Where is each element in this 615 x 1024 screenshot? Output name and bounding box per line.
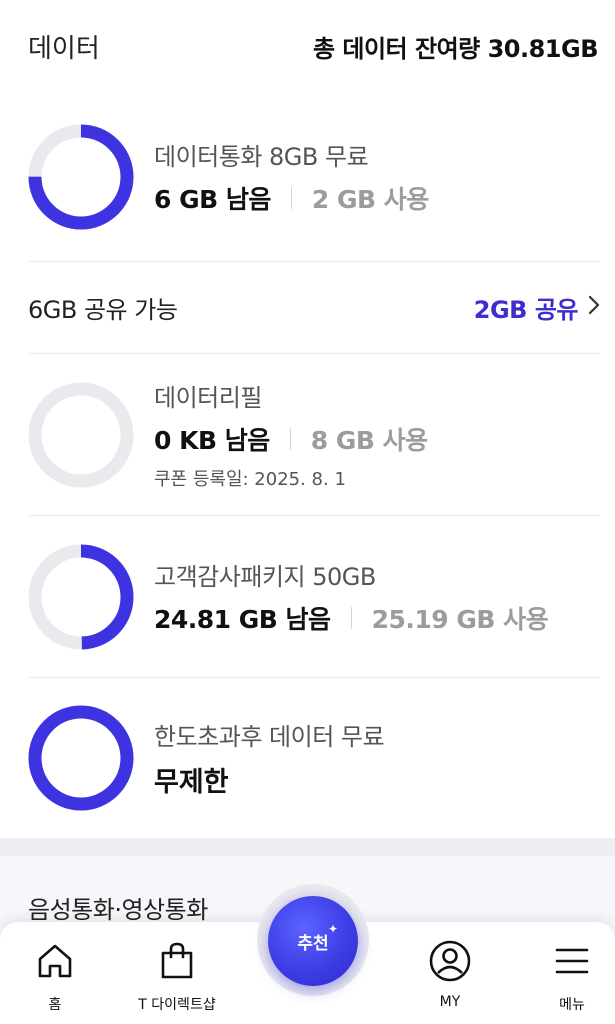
plan-name: 고객감사패키지 50GB: [154, 563, 376, 591]
remaining-amount: 24.81 GB 남음: [154, 605, 331, 634]
plan-info: 데이터통화 8GB 무료 6 GB 남음 2 GB 사용: [154, 137, 429, 216]
plan-values: 24.81 GB 남음 25.19 GB 사용: [154, 600, 549, 636]
voice-video-section-title: 음성통화·영상통화: [28, 896, 208, 924]
used-amount: 25.19 GB 사용: [371, 605, 549, 634]
nav-home-label: 홈: [48, 997, 62, 1013]
section-divider: [0, 838, 615, 856]
data-usage-screen: 데이터 총 데이터 잔여량 30.81GB 데이터통화 8GB 무료 6 GB …: [0, 0, 615, 1024]
nav-my-label: MY: [439, 994, 461, 1010]
chevron-right-icon: [588, 295, 600, 320]
plan-info: 한도초과후 데이터 무료 무제한: [154, 717, 385, 799]
ring-remaining-arc: [28, 705, 134, 811]
nav-menu-label: 메뉴: [559, 997, 585, 1013]
plan-item-data-call[interactable]: 데이터통화 8GB 무료 6 GB 남음 2 GB 사용: [28, 92, 600, 262]
plan-item-overage-free[interactable]: 한도초과후 데이터 무료 무제한: [28, 678, 600, 838]
sparkle-icon: ✦: [327, 922, 338, 936]
value-separator: [290, 187, 292, 209]
remaining-amount: 6 GB 남음: [154, 185, 271, 214]
plan-list: 데이터통화 8GB 무료 6 GB 남음 2 GB 사용 6GB 공유 가능 2…: [28, 92, 600, 838]
recommend-label: 추천: [297, 933, 329, 954]
usage-ring-chart: [28, 544, 134, 649]
nav-direct-shop-label: T 다이렉트샵: [138, 997, 216, 1013]
page-title: 데이터: [28, 33, 100, 64]
plan-name: 데이터통화 8GB 무료: [154, 143, 369, 171]
nav-direct-shop[interactable]: T 다이렉트샵: [122, 938, 232, 1014]
recommend-button[interactable]: 추천 ✦: [268, 896, 358, 986]
usage-ring: [28, 544, 134, 650]
total-remaining: 총 데이터 잔여량 30.81GB: [312, 34, 599, 63]
remaining-amount: 0 KB 남음: [154, 426, 270, 455]
ring-track: [28, 382, 134, 487]
shopping-bag-icon: [122, 938, 232, 984]
value-separator: [350, 607, 352, 629]
plan-item-data-refill[interactable]: 데이터리필 0 KB 남음 8 GB 사용 쿠폰 등록일: 2025. 8. 1: [28, 354, 600, 516]
plan-name: 한도초과후 데이터 무료: [154, 723, 385, 751]
share-available: 6GB 공유 가능: [28, 296, 178, 324]
share-row: 6GB 공유 가능 2GB 공유: [28, 262, 600, 354]
value-separator: [289, 428, 291, 450]
user-circle-icon: [395, 938, 505, 984]
unlimited-label: 무제한: [154, 767, 229, 798]
plan-info: 데이터리필 0 KB 남음 8 GB 사용 쿠폰 등록일: 2025. 8. 1: [154, 378, 428, 491]
usage-ring: [28, 382, 134, 488]
usage-ring-chart: [28, 124, 134, 229]
hamburger-menu-icon: [517, 938, 615, 984]
coupon-date: 쿠폰 등록일: 2025. 8. 1: [154, 469, 346, 490]
plan-values: 6 GB 남음 2 GB 사용: [154, 180, 429, 216]
plan-info: 고객감사패키지 50GB 24.81 GB 남음 25.19 GB 사용: [154, 557, 549, 636]
used-amount: 8 GB 사용: [310, 426, 428, 455]
usage-ring: [28, 705, 134, 811]
home-icon: [0, 938, 110, 984]
header: 데이터 총 데이터 잔여량 30.81GB: [0, 0, 615, 92]
nav-my[interactable]: MY: [395, 938, 505, 1010]
share-link-label: 2GB 공유: [473, 296, 579, 324]
usage-ring-chart: [28, 705, 134, 811]
nav-menu[interactable]: 메뉴: [517, 938, 615, 1014]
used-amount: 2 GB 사용: [311, 185, 429, 214]
usage-ring: [28, 124, 134, 230]
plan-item-customer-package[interactable]: 고객감사패키지 50GB 24.81 GB 남음 25.19 GB 사용: [28, 516, 600, 678]
usage-ring-chart: [28, 382, 134, 487]
plan-values: 0 KB 남음 8 GB 사용: [154, 421, 428, 457]
share-button[interactable]: 2GB 공유: [474, 290, 600, 325]
nav-home[interactable]: 홈: [0, 938, 110, 1014]
plan-name: 데이터리필: [154, 384, 262, 412]
